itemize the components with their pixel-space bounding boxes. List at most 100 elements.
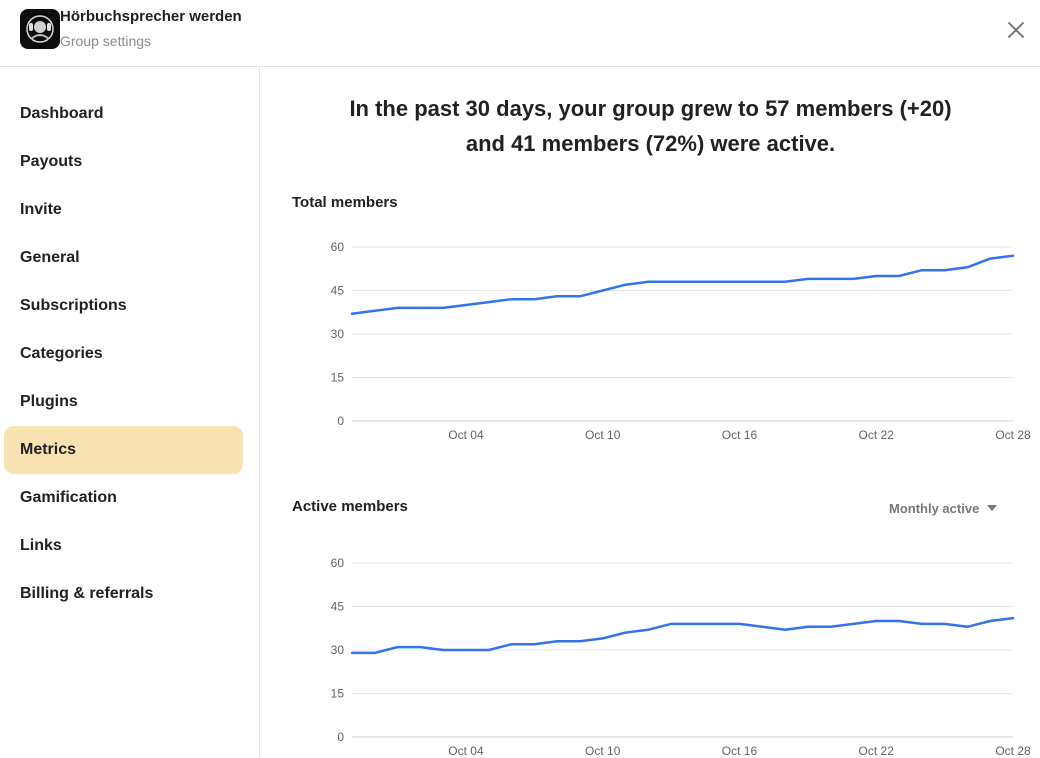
sidebar-item-billing-referrals[interactable]: Billing & referrals [4,570,243,618]
data-point [738,622,741,626]
data-point [920,269,924,272]
data-point [464,303,468,307]
data-point [806,277,810,281]
sidebar-item-categories[interactable]: Categories [4,330,243,378]
data-point [715,622,718,626]
y-tick-label: 15 [331,371,345,385]
x-tick-label: Oct 16 [722,428,758,442]
x-tick-label: Oct 10 [585,744,621,758]
sidebar-item-label: Payouts [20,153,83,170]
data-point [715,280,718,283]
data-point [761,280,764,283]
data-point [875,619,878,623]
data-point [624,631,627,634]
data-point [692,622,696,626]
y-tick-label: 45 [331,284,345,298]
data-point [852,277,855,281]
data-point [601,289,604,292]
data-point [647,628,650,631]
data-point [875,274,878,278]
sidebar-item-label: Subscriptions [20,297,127,314]
data-point [464,648,468,652]
data-point [601,637,604,640]
data-point [350,312,354,315]
sidebar-item-metrics[interactable]: Metrics [4,426,243,474]
data-point [806,625,810,628]
total-members-chart: 0 15 30 45 60 Oct 04 Oct 10 Oct 16 Oct 22 Oct 28 [331,240,1031,442]
data-point [624,283,627,286]
y-tick-label: 30 [331,643,345,657]
data-point [829,625,832,628]
data-point [555,640,559,643]
sidebar-item-subscriptions[interactable]: Subscriptions [4,282,243,330]
y-tick-label: 60 [331,240,345,254]
data-point [943,269,946,272]
y-tick-label: 45 [331,600,345,614]
data-point [555,295,559,298]
data-point [419,306,422,310]
data-point [692,280,696,283]
metrics-panel: In the past 30 days, your group grew to … [261,67,1040,758]
sidebar-item-label: Invite [20,201,62,218]
sidebar-item-label: Categories [20,345,103,362]
sidebar-item-label: Billing & referrals [20,585,154,602]
y-tick-label: 30 [331,327,345,341]
y-tick-label: 60 [331,556,345,570]
data-point [487,648,490,652]
settings-sidebar: Dashboard Payouts Invite General Subscri… [0,67,260,758]
metrics-summary: In the past 30 days, your group grew to … [261,91,1040,161]
data-point [441,306,445,310]
sidebar-item-label: Plugins [20,393,78,410]
data-point [989,257,992,260]
total-members-title: Total members [292,194,398,211]
active-period-dropdown[interactable]: Monthly active [889,498,998,518]
data-point [669,622,673,626]
sidebar-item-gamification[interactable]: Gamification [4,474,243,522]
sidebar-item-label: Gamification [20,489,117,506]
data-point [897,619,901,623]
active-members-chart: 0 15 30 45 60 Oct 04 Oct 10 Oct 16 Oct 22 Oct 28 [331,556,1031,758]
series-line [351,254,1014,315]
x-tick-label: Oct 16 [722,744,758,758]
caret-down-icon [987,505,998,511]
x-tick-label: Oct 28 [995,744,1031,758]
data-point [373,651,376,655]
data-point [989,619,992,623]
sidebar-item-dashboard[interactable]: Dashboard [4,90,243,138]
summary-line-active: and 41 members (72%) were active. [465,131,836,156]
header: Hörbuchsprecher werden Group settings [0,0,1040,67]
data-point [1011,616,1015,620]
data-point [647,280,650,283]
data-point [396,306,399,310]
sidebar-item-label: General [20,249,80,266]
sidebar-item-links[interactable]: Links [4,522,243,570]
close-icon [1008,22,1024,38]
y-tick-label: 0 [337,414,344,428]
data-point [578,295,582,298]
dropdown-label: Monthly active [889,500,980,516]
sidebar-item-plugins[interactable]: Plugins [4,378,243,426]
y-tick-label: 15 [331,687,345,701]
y-tick-label: 0 [337,730,344,744]
data-point [966,625,969,628]
data-point [441,648,445,652]
data-point [510,298,513,301]
data-point [533,643,536,646]
sidebar-item-label: Dashboard [20,105,104,122]
active-members-title: Active members [292,498,408,515]
sidebar-item-label: Metrics [20,441,77,458]
page-subtitle: Group settings [60,33,152,49]
sidebar-item-label: Links [20,537,62,554]
sidebar-item-invite[interactable]: Invite [4,186,243,234]
x-tick-label: Oct 22 [859,428,895,442]
series-line [352,616,1014,655]
data-point [761,625,764,628]
x-tick-label: Oct 10 [585,428,621,442]
close-button[interactable] [1003,17,1029,43]
data-point [419,645,422,649]
summary-line-growth: In the past 30 days, your group grew to … [349,96,952,121]
data-point [852,622,855,626]
sidebar-item-general[interactable]: General [4,234,243,282]
sidebar-item-payouts[interactable]: Payouts [4,138,243,186]
data-point [783,280,787,283]
